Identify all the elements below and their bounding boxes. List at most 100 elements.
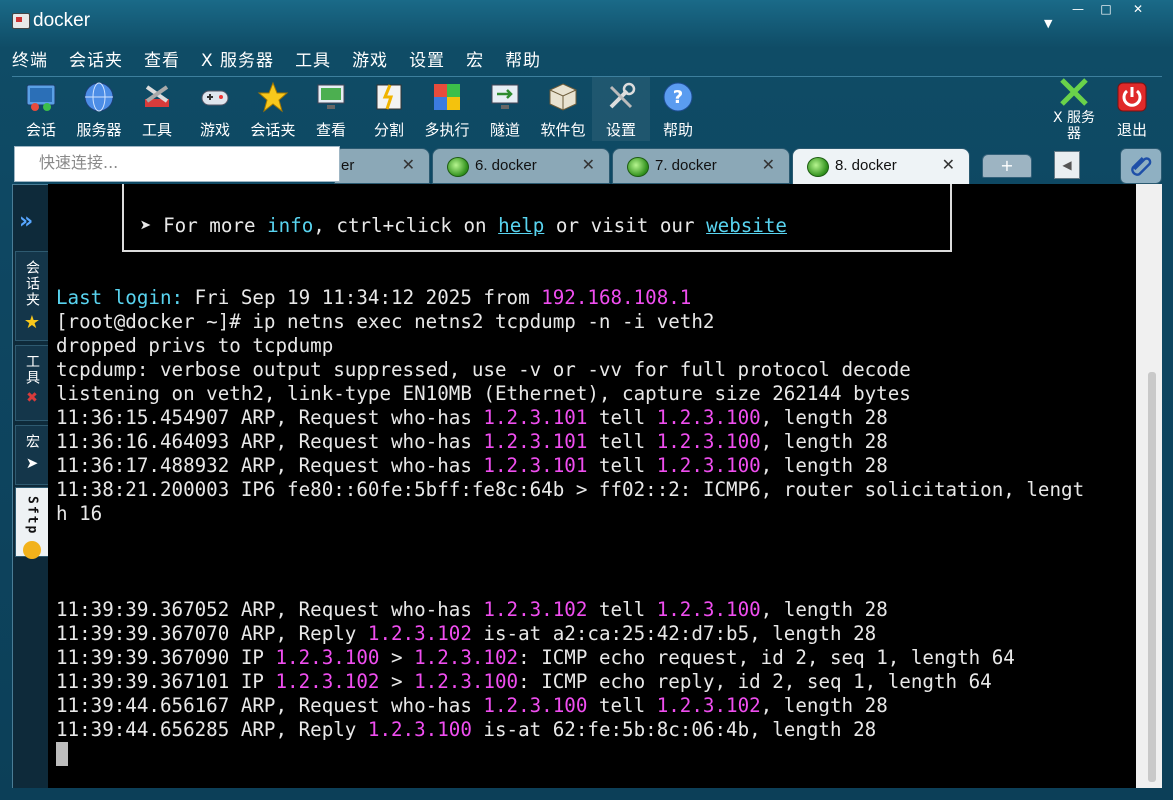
packet-line: 11:36:16.464093 ARP, Request who-has 1.2… — [56, 430, 888, 453]
info-link[interactable]: info — [267, 214, 313, 237]
packages-icon — [549, 83, 577, 111]
sessions-folder-button[interactable]: 会话夹 — [244, 77, 302, 141]
packet-line: 11:36:15.454907 ARP, Request who-has 1.2… — [56, 406, 888, 429]
xserver-button[interactable]: X 服务器 — [1046, 77, 1102, 142]
packet-line: h 16 — [56, 502, 103, 525]
packet-line: 11:39:39.367070 ARP, Reply 1.2.3.102 is-… — [56, 622, 877, 645]
app-icon — [12, 13, 30, 29]
packet-line: 11:39:44.656285 ARP, Reply 1.2.3.100 is-… — [56, 718, 877, 741]
menu-help[interactable]: 帮助 — [505, 46, 541, 71]
expand-sidebar-icon[interactable]: » — [19, 209, 33, 234]
games-button[interactable]: 游戏 — [186, 77, 244, 141]
terminal-cursor — [56, 742, 68, 766]
close-icon[interactable]: ✕ — [762, 155, 775, 174]
tab-8-docker[interactable]: 8. docker ✕ — [792, 148, 970, 186]
tab-7-docker[interactable]: 7. docker ✕ — [612, 148, 790, 184]
packages-button[interactable]: 软件包 — [534, 77, 592, 141]
sftp-icon — [23, 541, 41, 560]
sidebar-tab-macros[interactable]: 宏 ➤ — [15, 425, 49, 485]
window-title: docker — [33, 10, 91, 31]
terminal-scrollbar[interactable] — [1136, 184, 1162, 788]
send-arrow-icon: ➤ — [25, 454, 39, 472]
window-bottom-border — [0, 788, 1173, 800]
minimize-button[interactable]: — — [1065, 2, 1091, 17]
power-icon — [1117, 82, 1147, 112]
tab-scroll-left-button[interactable]: ◀ — [1054, 151, 1080, 179]
servers-globe-icon — [84, 82, 114, 112]
split-button[interactable]: 分割 — [360, 77, 418, 141]
menu-tools[interactable]: 工具 — [295, 46, 331, 71]
sidebar-tab-tools[interactable]: 工具 ✖ — [15, 345, 49, 421]
session-status-icon — [807, 157, 829, 177]
close-icon[interactable]: ✕ — [402, 155, 415, 174]
menu-terminal[interactable]: 终端 — [12, 46, 48, 71]
svg-text:?: ? — [673, 87, 683, 108]
terminal-output[interactable]: ➤ For more info, ctrl+click on help or v… — [48, 184, 1136, 788]
settings-tools-icon — [609, 82, 636, 109]
menu-sessions[interactable]: 会话夹 — [69, 46, 123, 71]
servers-button[interactable]: 服务器 — [70, 77, 128, 141]
maximize-button[interactable]: □ — [1093, 2, 1119, 17]
website-link[interactable]: website — [706, 214, 787, 237]
multiexec-icon — [434, 84, 460, 110]
tab-strip: er ✕ 6. docker ✕ 7. docker ✕ 8. docker ✕… — [12, 146, 1162, 186]
chevron-down-icon[interactable]: ▼ — [1044, 17, 1052, 30]
tab-6-docker[interactable]: 6. docker ✕ — [432, 148, 610, 184]
exit-button[interactable]: 退出 — [1110, 77, 1154, 141]
attach-tab-button[interactable] — [1120, 148, 1162, 184]
output-line: tcpdump: verbose output suppressed, use … — [56, 358, 911, 381]
toolbar: 会话 服务器 工具 游戏 会话夹 查看 分割 多执行 隧道 软件包 设置 ? 帮… — [12, 76, 1162, 142]
star-icon — [257, 81, 289, 113]
tab-partial[interactable]: er ✕ — [334, 148, 430, 184]
info-line: ➤ For more info, ctrl+click on help or v… — [140, 214, 787, 237]
menu-games[interactable]: 游戏 — [352, 46, 388, 71]
tools-button[interactable]: 工具 — [128, 77, 186, 141]
view-button[interactable]: 查看 — [302, 77, 360, 141]
quick-connect-input[interactable]: 快速连接... — [14, 146, 340, 182]
menu-xserver[interactable]: X 服务器 — [201, 46, 274, 71]
settings-button[interactable]: 设置 — [592, 77, 650, 141]
gamepad-icon — [201, 90, 229, 106]
multiexec-button[interactable]: 多执行 — [418, 77, 476, 141]
packet-line: 11:38:21.200003 IP6 fe80::60fe:5bff:fe8c… — [56, 478, 1085, 501]
new-tab-button[interactable]: + — [982, 154, 1032, 178]
menu-macros[interactable]: 宏 — [466, 46, 484, 71]
packet-line: 11:39:39.367052 ARP, Request who-has 1.2… — [56, 598, 888, 621]
title-bar[interactable]: docker ▼ — □ ✕ — [0, 0, 1173, 42]
sidebar-tab-sessions[interactable]: 会话夹 ★ — [15, 251, 49, 341]
output-line: listening on veth2, link-type EN10MB (Et… — [56, 382, 911, 405]
split-icon — [376, 84, 402, 110]
side-panel: » 会话夹 ★ 工具 ✖ 宏 ➤ Sftp — [12, 184, 50, 790]
scrollbar-thumb[interactable] — [1148, 372, 1156, 782]
session-icon — [26, 84, 56, 111]
menu-bar: 终端 会话夹 查看 X 服务器 工具 游戏 设置宏帮助 — [12, 46, 562, 72]
session-status-icon — [627, 157, 649, 177]
help-button[interactable]: ? 帮助 — [650, 77, 706, 141]
app-window: docker ▼ — □ ✕ 终端 会话夹 查看 X 服务器 工具 游戏 设置宏帮助 会话 … — [0, 0, 1173, 800]
close-icon[interactable]: ✕ — [582, 155, 595, 174]
packet-line: 11:39:39.367101 IP 1.2.3.102 > 1.2.3.100… — [56, 670, 992, 693]
packet-line: 11:36:17.488932 ARP, Request who-has 1.2… — [56, 454, 888, 477]
packet-line: 11:39:39.367090 IP 1.2.3.100 > 1.2.3.102… — [56, 646, 1015, 669]
tools-icon: ✖ — [26, 390, 38, 406]
help-icon: ? — [663, 82, 693, 112]
monitor-view-icon — [317, 84, 345, 109]
tunnel-button[interactable]: 隧道 — [476, 77, 534, 141]
command-line: [root@docker ~]# ip netns exec netns2 tc… — [56, 310, 715, 333]
sidebar-tab-sftp[interactable]: Sftp — [15, 487, 49, 560]
help-link[interactable]: help — [498, 214, 544, 237]
output-line: dropped privs to tcpdump — [56, 334, 334, 357]
star-icon: ★ — [23, 312, 41, 333]
menu-view[interactable]: 查看 — [144, 46, 180, 71]
tools-icon — [145, 85, 169, 107]
tunnel-icon — [491, 84, 519, 109]
paperclip-icon — [1131, 157, 1152, 176]
menu-settings[interactable]: 设置 — [409, 46, 445, 71]
session-status-icon — [447, 157, 469, 177]
session-button[interactable]: 会话 — [12, 77, 70, 141]
close-icon[interactable]: ✕ — [942, 155, 955, 174]
x-server-icon — [1060, 78, 1088, 106]
packet-line: 11:39:44.656167 ARP, Request who-has 1.2… — [56, 694, 888, 717]
close-button[interactable]: ✕ — [1125, 2, 1151, 17]
last-login-line: Last login: Fri Sep 19 11:34:12 2025 fro… — [56, 286, 692, 309]
